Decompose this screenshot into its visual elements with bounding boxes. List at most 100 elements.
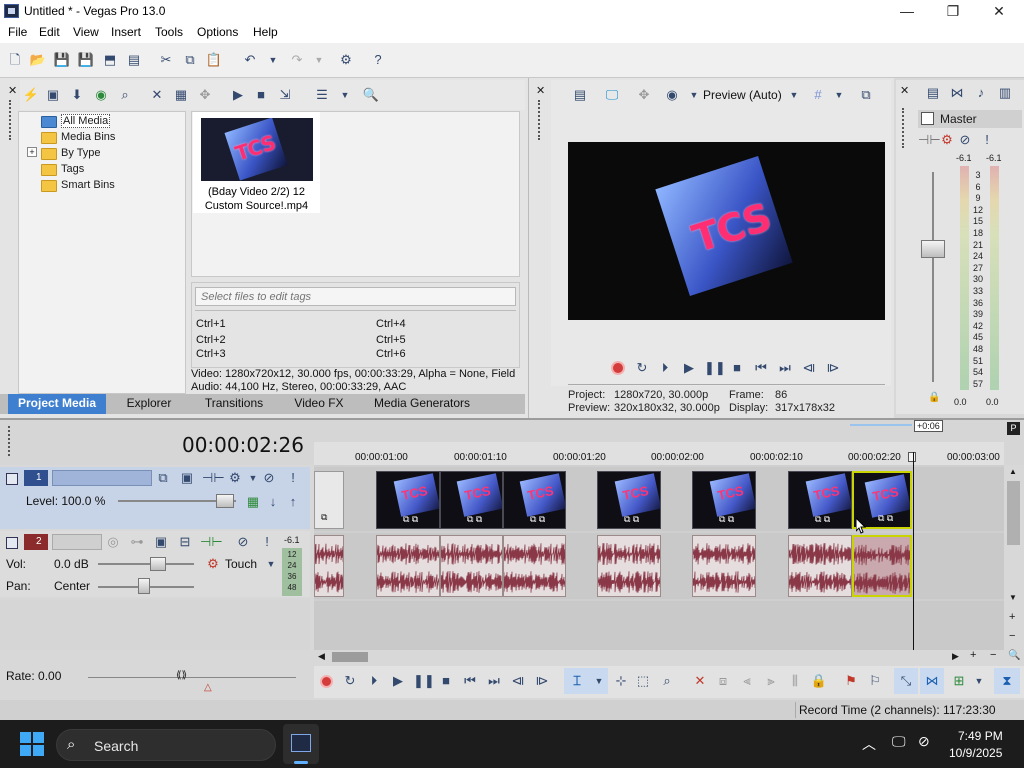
loop-playback-icon[interactable]: ↻ (633, 359, 651, 377)
vertical-scroll-thumb[interactable] (1007, 481, 1020, 545)
rate-slider-handle[interactable]: ⟪⟫ (176, 670, 187, 681)
selection-edit-icon[interactable]: ⬚ (634, 672, 652, 690)
undo-dropdown-icon[interactable]: ▼ (264, 51, 282, 69)
audio-event[interactable] (503, 535, 566, 597)
start-button[interactable] (20, 732, 44, 756)
event-pan-crop-icon[interactable]: ⧉ ⧉ (878, 513, 908, 524)
trim-start-icon[interactable]: ⫷ (738, 672, 756, 690)
volume-muted-icon[interactable]: ⊘ (918, 733, 930, 750)
redo-icon[interactable]: ↷ (288, 51, 306, 69)
downmix-icon[interactable]: ⋈ (948, 84, 966, 102)
undo-icon[interactable]: ↶ (241, 51, 259, 69)
timeline-tracks[interactable]: ⧉ ⧉ ⧉ ⧉ ⧉ ⧉ ⧉ ⧉ ⧉ ⧉ ⧉ ⧉ ⧉ ⧉ ⧉ (314, 465, 1004, 650)
previous-frame-icon[interactable]: ⧏ (800, 359, 818, 377)
playhead-cursor-line[interactable] (913, 452, 914, 650)
tab-project-media[interactable]: Project Media (8, 394, 106, 414)
views-dropdown-icon[interactable]: ▼ (336, 86, 354, 104)
tree-media-bins[interactable]: Media Bins (41, 130, 115, 146)
master-fader-handle[interactable] (921, 240, 945, 258)
level-slider-handle[interactable] (216, 494, 234, 508)
video-event[interactable]: ⧉ ⧉ (692, 471, 756, 529)
event-pan-crop-icon[interactable]: ⧉ ⧉ (624, 514, 654, 525)
scroll-down-icon[interactable]: ▼ (1009, 593, 1017, 602)
overlays-dropdown-icon[interactable]: ▼ (830, 86, 848, 104)
track-parent-icon[interactable]: ↓ (264, 493, 282, 511)
video-event[interactable]: ⧉ ⧉ (788, 471, 852, 529)
menu-help[interactable]: Help (253, 25, 278, 39)
tag-shortcut-1[interactable]: Ctrl+1 (196, 318, 226, 330)
event-pan-crop-icon[interactable]: ⧉ ⧉ (467, 514, 497, 525)
insert-marker-icon[interactable]: ⚑ (842, 672, 860, 690)
zoom-tool-icon[interactable]: 🔍 (1008, 650, 1020, 661)
preview-quality-select[interactable]: Preview (Auto) (703, 88, 782, 102)
automation-dropdown-icon[interactable]: ▼ (262, 555, 280, 573)
video-track-header[interactable]: 1 ⧉ ▣ ⊣⊢ ⚙ ▼ ⊘ ! Level: 100.0 % ▦ ↓ ↑ (0, 467, 310, 529)
loop-region-bar[interactable] (850, 424, 912, 426)
properties-icon[interactable]: ▤ (125, 51, 143, 69)
tag-shortcut-5[interactable]: Ctrl+5 (376, 334, 406, 346)
audio-event[interactable] (440, 535, 503, 597)
open-icon[interactable]: 📂 (29, 51, 47, 69)
next-frame-icon[interactable]: ⧐ (533, 672, 551, 690)
menu-insert[interactable]: Insert (111, 25, 141, 39)
tab-explorer[interactable]: Explorer (112, 394, 186, 414)
audio-event[interactable] (788, 535, 852, 597)
event-pan-crop-icon[interactable]: ⧉ ⧉ (403, 514, 433, 525)
play-icon[interactable]: ▶ (680, 359, 698, 377)
menu-file[interactable]: File (8, 25, 27, 39)
track-minimize-icon[interactable] (6, 473, 18, 485)
track-child-icon[interactable]: ↑ (284, 493, 302, 511)
go-to-start-icon[interactable]: ⏮ (461, 672, 479, 690)
dim-output-icon[interactable]: ♪ (972, 84, 990, 102)
event-pan-crop-icon[interactable]: ⧉ ⧉ (815, 514, 845, 525)
search-media-icon[interactable]: ⌕ (116, 86, 134, 104)
save-icon[interactable]: 💾 (53, 51, 71, 69)
master-solo-icon[interactable]: ! (978, 131, 996, 149)
tab-media-generators[interactable]: Media Generators (364, 394, 480, 414)
track-mute-icon[interactable]: ⊘ (260, 469, 278, 487)
pause-icon[interactable]: ❚❚ (704, 359, 726, 377)
redo-dropdown-icon[interactable]: ▼ (310, 51, 328, 69)
track-solo-icon[interactable]: ! (284, 469, 302, 487)
media-fx-icon[interactable]: ✥ (196, 86, 214, 104)
media-properties-icon[interactable]: ▦ (172, 86, 190, 104)
clock-time[interactable]: 7:49 PM (958, 729, 1003, 743)
zoom-edit-icon[interactable]: ⌕ (658, 672, 676, 690)
track-compositing-icon[interactable]: ⊣⊢ (202, 469, 225, 487)
video-event[interactable]: ⧉ ⧉ (440, 471, 503, 529)
split-dropdown-icon[interactable]: ▼ (685, 86, 703, 104)
zoom-in-vertical-icon[interactable]: + (1009, 611, 1015, 623)
master-insert-fx-icon[interactable]: ⚙ (938, 131, 956, 149)
track-fx-icon[interactable]: ▣ (178, 469, 196, 487)
taskbar-vegas-app[interactable] (283, 724, 319, 764)
audio-track-lane[interactable] (314, 533, 1004, 599)
track-minimize-icon[interactable] (6, 537, 18, 549)
insert-region-icon[interactable]: ⚐ (866, 672, 884, 690)
capture-icon[interactable]: ▣ (44, 86, 62, 104)
timeline-grip[interactable] (8, 426, 11, 456)
arm-record-icon[interactable]: ◎ (104, 533, 122, 551)
cursor-position-time[interactable]: 00:00:02:26 (182, 433, 304, 457)
previous-frame-icon[interactable]: ⧏ (509, 672, 527, 690)
stop-icon[interactable]: ■ (728, 359, 746, 377)
video-event[interactable]: ⧉ ⧉ (597, 471, 661, 529)
preview-close-icon[interactable]: ✕ (536, 84, 545, 97)
stop-preview-icon[interactable]: ■ (252, 86, 270, 104)
start-preview-icon[interactable]: ▶ (229, 86, 247, 104)
tab-video-fx[interactable]: Video FX (284, 394, 354, 414)
automation-mode-icon[interactable]: ⚙ (204, 555, 222, 573)
tag-shortcut-6[interactable]: Ctrl+6 (376, 348, 406, 360)
event-pan-crop-icon[interactable]: ⧉ ⧉ (530, 514, 560, 525)
enable-snapping-button[interactable]: ⤡ (894, 668, 918, 694)
audio-track-header[interactable]: 2 ◎ ⊶ ▣ ⊟ ⊣⊢ ⊘ ! -6.1 12 24 36 48 Vol: 0.0 … (0, 531, 310, 597)
track-motion-icon[interactable]: ⧉ (154, 469, 172, 487)
tag-shortcut-4[interactable]: Ctrl+4 (376, 318, 406, 330)
timeline-ruler[interactable]: +0:06 00:00:01:00 00:00:01:10 00:00:01:2… (314, 420, 1004, 465)
automation-mode-select[interactable]: Touch (225, 557, 257, 571)
overlays-icon[interactable]: # (809, 86, 827, 104)
scroll-left-icon[interactable]: ◀ (318, 651, 325, 662)
video-event-partial[interactable]: ⧉ (314, 471, 344, 529)
network-icon[interactable]: 🖵 (892, 733, 906, 750)
audio-event[interactable] (692, 535, 756, 597)
zoom-out-time-icon[interactable]: − (990, 649, 996, 661)
